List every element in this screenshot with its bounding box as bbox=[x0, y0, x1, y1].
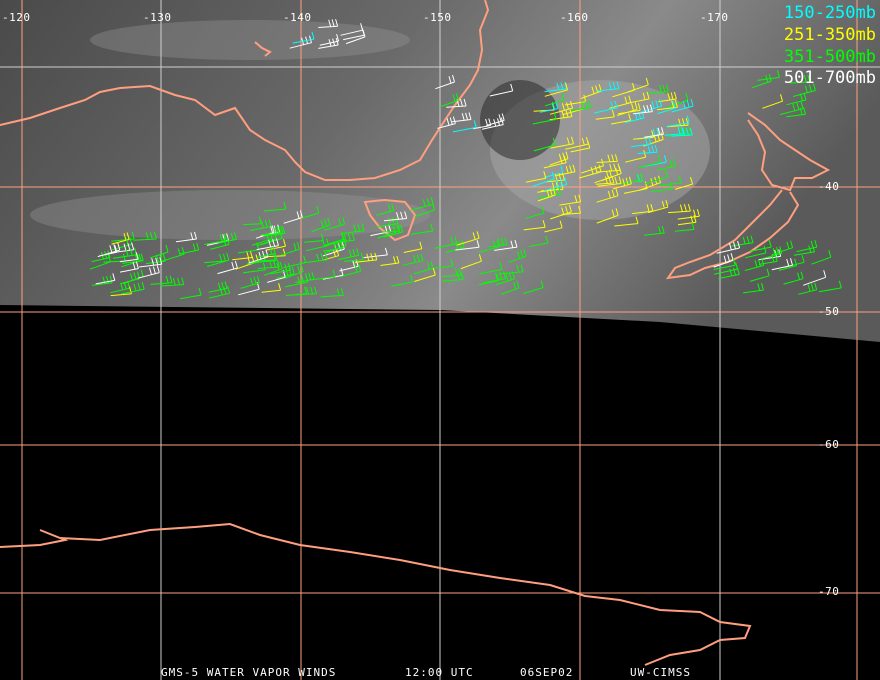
lat-label: -70 bbox=[818, 585, 840, 598]
lat-label: -50 bbox=[818, 305, 840, 318]
date-label: 06SEP02 bbox=[520, 666, 574, 679]
lon-label: -130 bbox=[143, 11, 172, 24]
legend-150-250: 150-250mb bbox=[783, 3, 876, 23]
antarctica-coast bbox=[0, 522, 752, 666]
lon-label: -120 bbox=[2, 11, 31, 24]
legend-501-700: 501-700mb bbox=[783, 68, 876, 88]
product-title: GMS-5 WATER VAPOR WINDS bbox=[161, 666, 337, 679]
legend-251-350: 251-350mb bbox=[783, 25, 876, 45]
lat-label: -60 bbox=[818, 438, 840, 451]
satellite-map: -120 -130 -140 -150 -160 -170 -40 -50 -6… bbox=[0, 0, 880, 680]
lat-label: -40 bbox=[818, 180, 840, 193]
legend-351-500: 351-500mb bbox=[783, 47, 876, 67]
lon-label: -160 bbox=[560, 11, 589, 24]
lon-label: -150 bbox=[423, 11, 452, 24]
lon-label: -170 bbox=[700, 11, 729, 24]
source-label: UW-CIMSS bbox=[630, 666, 691, 679]
time-label: 12:00 UTC bbox=[405, 666, 474, 679]
map-canvas bbox=[0, 0, 880, 680]
lon-label: -140 bbox=[283, 11, 312, 24]
